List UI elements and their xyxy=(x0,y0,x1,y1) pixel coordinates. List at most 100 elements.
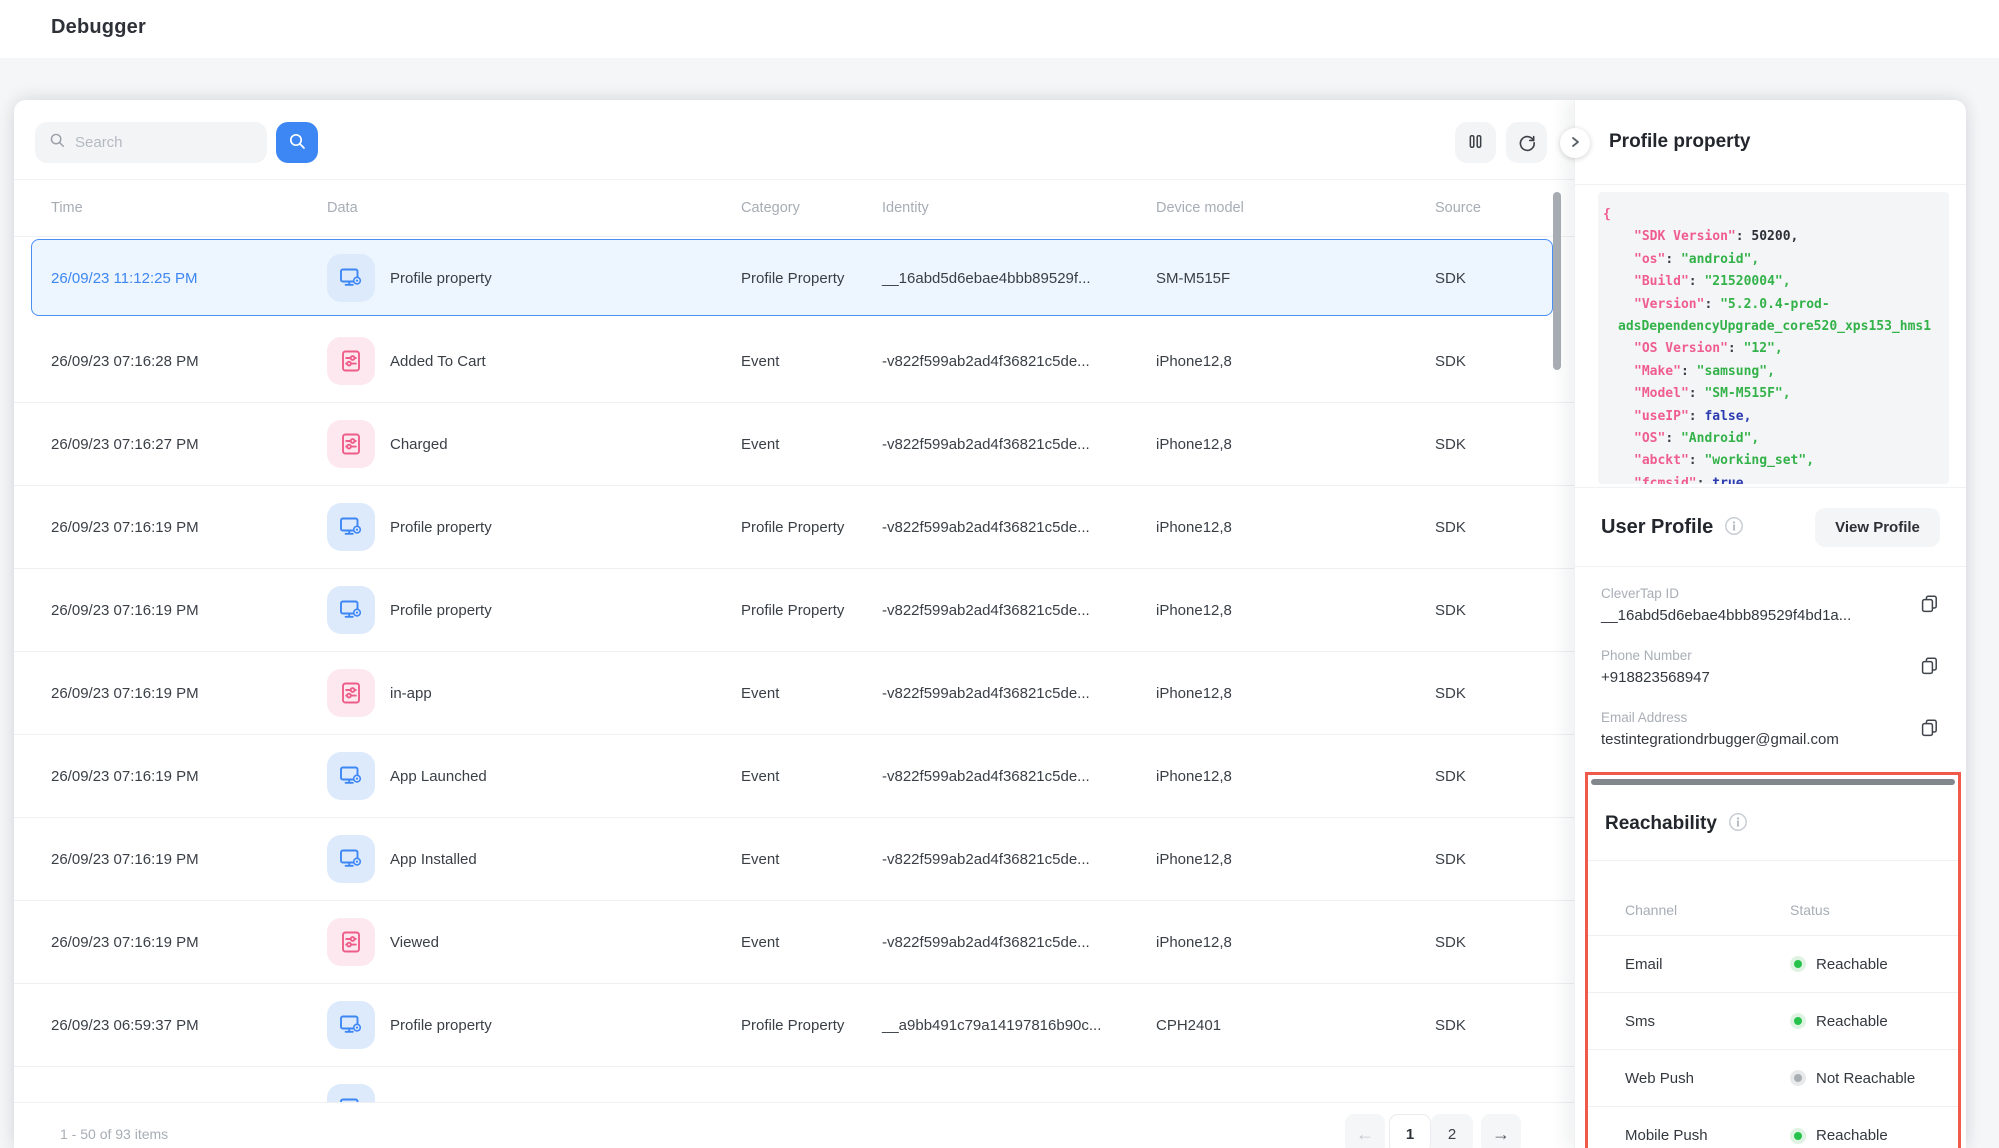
search-submit-button[interactable] xyxy=(276,122,318,163)
cell: 26/09/23 06:59:37 PM xyxy=(14,1017,327,1034)
cell: 26/09/23 07:16:28 PM xyxy=(14,353,327,370)
table-row[interactable] xyxy=(14,1067,1574,1103)
detail-panel: Profile property {"SDK Version": 50200,"… xyxy=(1574,100,1966,1148)
previous-page-button[interactable]: ← xyxy=(1345,1114,1385,1148)
collapse-panel-button[interactable] xyxy=(1560,128,1590,158)
status-label: Not Reachable xyxy=(1816,1070,1915,1087)
next-page-button[interactable]: → xyxy=(1481,1114,1521,1148)
reachability-section-highlighted: Reachability Channel Status EmailReachab… xyxy=(1585,772,1961,1148)
chevron-right-icon xyxy=(1568,135,1582,152)
table-row[interactable]: 26/09/23 07:16:28 PMAdded To CartEvent-v… xyxy=(14,320,1574,403)
code-line: "Build": "21520004", xyxy=(1618,271,1943,293)
status-value: Not Reachable xyxy=(1790,1070,1915,1087)
status-value: Reachable xyxy=(1790,1013,1888,1030)
events-table: 26/09/23 11:12:25 PMProfile propertyProf… xyxy=(14,237,1574,1103)
pause-button[interactable] xyxy=(1455,122,1496,163)
cell: SDK xyxy=(1435,685,1574,702)
column-header-identity: Identity xyxy=(882,200,1156,216)
reachable-dot-icon xyxy=(1790,956,1806,972)
field-value: __16abd5d6ebae4bbb89529f4bd1a... xyxy=(1601,607,1944,624)
table-row[interactable]: 26/09/23 07:16:19 PMProfile propertyProf… xyxy=(14,569,1574,652)
table-row[interactable]: 26/09/23 07:16:19 PMApp InstalledEvent-v… xyxy=(14,818,1574,901)
cell: -v822f599ab2ad4f36821c5de... xyxy=(882,353,1156,370)
user-profile-fields: CleverTap ID__16abd5d6ebae4bbb89529f4bd1… xyxy=(1601,586,1944,772)
code-line: "fcmsid": true, xyxy=(1618,473,1943,484)
cell: 26/09/23 07:16:19 PM xyxy=(14,768,327,785)
cell-data: Profile property xyxy=(327,254,741,302)
cell: iPhone12,8 xyxy=(1156,851,1435,868)
status-label: Reachable xyxy=(1816,956,1888,973)
event-name: Profile property xyxy=(390,519,492,536)
code-line: "SDK Version": 50200, xyxy=(1618,226,1943,248)
column-header-data: Data xyxy=(327,200,741,216)
channel-name: Web Push xyxy=(1625,1070,1790,1087)
cell: -v822f599ab2ad4f36821c5de... xyxy=(882,768,1156,785)
code-line: "Make": "samsung", xyxy=(1618,361,1943,383)
divider xyxy=(1575,566,1966,567)
copy-button[interactable] xyxy=(1919,593,1940,617)
page-button-1[interactable]: 1 xyxy=(1389,1114,1431,1148)
cell: Event xyxy=(741,436,882,453)
cell: Profile Property xyxy=(741,1017,882,1034)
page-button-2[interactable]: 2 xyxy=(1431,1114,1473,1148)
search-icon xyxy=(287,131,307,154)
cell-data: in-app xyxy=(327,669,741,717)
event-icon xyxy=(327,337,375,385)
panel-title: Profile property xyxy=(1609,131,1750,153)
cell: 26/09/23 07:16:19 PM xyxy=(14,519,327,536)
channel-name: Email xyxy=(1625,956,1790,973)
table-row[interactable]: 26/09/23 07:16:19 PMApp LaunchedEvent-v8… xyxy=(14,735,1574,818)
reachable-dot-icon xyxy=(1790,1128,1806,1144)
view-profile-button[interactable]: View Profile xyxy=(1815,508,1940,547)
cell-data: Profile property xyxy=(327,503,741,551)
copy-button[interactable] xyxy=(1919,717,1940,741)
code-line: "os": "android", xyxy=(1618,249,1943,271)
pause-icon xyxy=(1465,131,1486,155)
copy-button[interactable] xyxy=(1919,655,1940,679)
field-value: +918823568947 xyxy=(1601,669,1944,686)
code-line: { xyxy=(1618,204,1943,226)
profile-field: Email Addresstestintegrationdrbugger@gma… xyxy=(1601,710,1944,748)
code-line: "OS Version": "12", xyxy=(1618,338,1943,360)
table-row[interactable]: 26/09/23 07:16:19 PMViewedEvent-v822f599… xyxy=(14,901,1574,984)
cell: Event xyxy=(741,934,882,951)
table-row[interactable]: 26/09/23 07:16:19 PMProfile propertyProf… xyxy=(14,486,1574,569)
cell-data: Profile property xyxy=(327,1001,741,1049)
cell: SDK xyxy=(1435,1017,1574,1034)
code-line: "Model": "SM-M515F", xyxy=(1618,383,1943,405)
cell: SDK xyxy=(1435,353,1574,370)
table-row[interactable]: 26/09/23 06:59:37 PMProfile propertyProf… xyxy=(14,984,1574,1067)
cell: -v822f599ab2ad4f36821c5de... xyxy=(882,934,1156,951)
reachability-row: Mobile PushReachable xyxy=(1588,1107,1958,1148)
cell: iPhone12,8 xyxy=(1156,685,1435,702)
toolbar xyxy=(14,100,1574,180)
code-line: "OS": "Android", xyxy=(1618,428,1943,450)
cell: iPhone12,8 xyxy=(1156,519,1435,536)
reachable-dot-icon xyxy=(1790,1013,1806,1029)
search-box[interactable] xyxy=(35,122,267,163)
table-header: TimeDataCategoryIdentityDevice modelSour… xyxy=(14,180,1574,237)
column-header-time: Time xyxy=(14,200,327,216)
cell-data: Added To Cart xyxy=(327,337,741,385)
code-line: "useIP": false, xyxy=(1618,406,1943,428)
search-input[interactable] xyxy=(75,134,254,151)
table-row[interactable]: 26/09/23 11:12:25 PMProfile propertyProf… xyxy=(14,237,1574,320)
cell-data: Profile property xyxy=(327,586,741,634)
table-row[interactable]: 26/09/23 07:16:27 PMChargedEvent-v822f59… xyxy=(14,403,1574,486)
cell: 26/09/23 07:16:27 PM xyxy=(14,436,327,453)
channel-column-header: Channel xyxy=(1625,902,1790,918)
channel-name: Sms xyxy=(1625,1013,1790,1030)
search-icon xyxy=(48,131,66,154)
cell: SDK xyxy=(1435,519,1574,536)
reachability-table-header: Channel Status xyxy=(1588,860,1958,936)
horizontal-scrollbar[interactable] xyxy=(1591,779,1955,785)
cell: 26/09/23 11:12:25 PM xyxy=(14,270,327,287)
refresh-button[interactable] xyxy=(1506,122,1547,163)
status-value: Reachable xyxy=(1790,956,1888,973)
cell: SDK xyxy=(1435,851,1574,868)
status-label: Reachable xyxy=(1816,1013,1888,1030)
device-profile-icon xyxy=(327,254,375,302)
table-row[interactable]: 26/09/23 07:16:19 PMin-appEvent-v822f599… xyxy=(14,652,1574,735)
event-icon xyxy=(327,420,375,468)
copy-icon xyxy=(1919,726,1940,741)
